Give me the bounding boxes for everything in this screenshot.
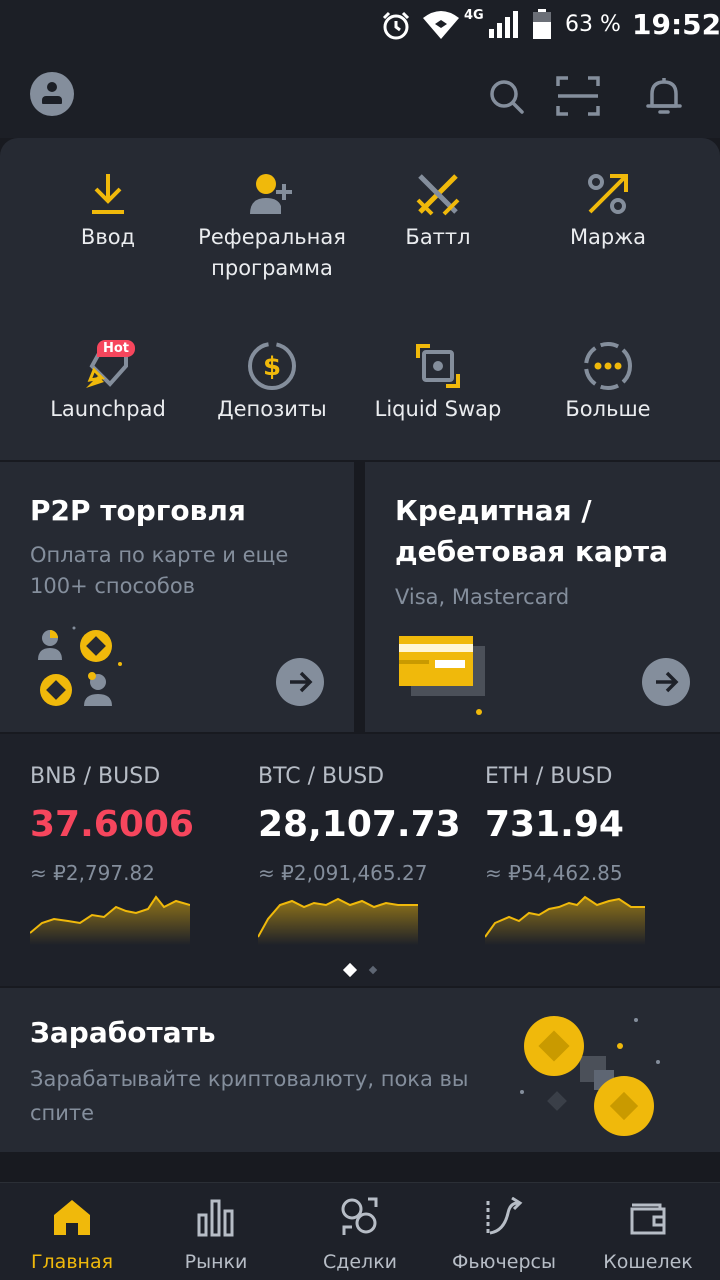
- liquid-swap-icon: [416, 344, 460, 388]
- quick-action-battle[interactable]: Баттл: [348, 166, 528, 253]
- wifi-icon: [423, 11, 459, 39]
- sparkline-btc: [258, 897, 418, 945]
- margin-icon: [588, 174, 628, 214]
- quick-action-deposits[interactable]: $ Депозиты: [182, 338, 362, 425]
- notification-bell-icon[interactable]: [642, 74, 686, 118]
- credit-card-arrow-button[interactable]: [642, 658, 690, 706]
- quick-actions-panel: Ввод Реферальная программа Баттл Маржа La…: [0, 138, 720, 460]
- top-bar: [0, 52, 720, 138]
- deposits-icon: $: [248, 342, 296, 390]
- p2p-illustration-icon: [38, 626, 122, 706]
- nav-markets[interactable]: Рынки: [144, 1183, 288, 1280]
- earn-banner[interactable]: Заработать Зарабатывайте криптовалюту, п…: [0, 988, 720, 1152]
- home-icon: [54, 1200, 90, 1235]
- carousel-dot[interactable]: [367, 962, 379, 978]
- referral-icon: [250, 174, 292, 214]
- quick-action-margin[interactable]: Маржа: [518, 166, 698, 253]
- battle-icon: [416, 174, 460, 216]
- card-illustration-icon: [399, 636, 485, 715]
- ticker-bnb[interactable]: BNB / BUSD 37.6006 ≈ ₽2,797.82: [30, 764, 250, 945]
- p2p-arrow-button[interactable]: [276, 658, 324, 706]
- nav-futures[interactable]: Фьючерсы: [432, 1183, 576, 1280]
- ticker-price: 731.94: [485, 804, 624, 845]
- status-clock: 19:52: [632, 8, 720, 41]
- credit-card-subtitle: Visa, Mastercard: [395, 585, 570, 609]
- ticker-btc[interactable]: BTC / BUSD 28,107.73 ≈ ₽2,091,465.27: [258, 764, 478, 945]
- network-type: 4G: [464, 8, 484, 23]
- nav-home[interactable]: Главная: [0, 1183, 144, 1280]
- profile-avatar[interactable]: [30, 72, 74, 116]
- search-icon[interactable]: [484, 74, 528, 118]
- earn-subtitle: Зарабатывайте криптовалюту, пока вы спит…: [30, 1067, 469, 1125]
- trade-icon: [341, 1197, 378, 1235]
- quick-action-liquid-swap[interactable]: Liquid Swap: [348, 338, 528, 425]
- battery-percent: 63 %: [565, 12, 621, 37]
- ticker-price: 28,107.73: [258, 804, 461, 845]
- quick-action-referral[interactable]: Реферальная программа: [182, 166, 362, 284]
- arrow-right-icon: [290, 671, 313, 693]
- carousel-dot-active[interactable]: [342, 962, 358, 978]
- p2p-card[interactable]: P2P торговля Оплата по карте и еще 100+ …: [0, 462, 354, 732]
- nav-wallet[interactable]: Кошелек: [576, 1183, 720, 1280]
- quick-action-label: Реферальная программа: [198, 225, 346, 280]
- alarm-icon: [382, 11, 410, 40]
- battery-icon: [533, 9, 551, 39]
- ticker-carousel[interactable]: BNB / BUSD 37.6006 ≈ ₽2,797.82 BTC / BUS…: [0, 734, 720, 986]
- sparkline-eth: [485, 895, 645, 945]
- p2p-title: P2P торговля: [30, 494, 246, 527]
- nav-trades[interactable]: Сделки: [288, 1183, 432, 1280]
- credit-card-card[interactable]: Кредитная / дебетовая карта Visa, Master…: [365, 462, 720, 732]
- more-icon: [584, 342, 632, 390]
- earn-title: Заработать: [30, 1016, 216, 1049]
- futures-icon: [486, 1197, 523, 1235]
- quick-action-more[interactable]: Больше: [518, 338, 698, 425]
- ticker-eth[interactable]: ETH / BUSD 731.94 ≈ ₽54,462.85: [485, 764, 705, 945]
- p2p-subtitle: Оплата по карте и еще 100+ способов: [30, 543, 289, 598]
- quick-action-deposit[interactable]: Ввод: [18, 166, 198, 253]
- svg-text:$: $: [263, 352, 281, 382]
- sparkline-bnb: [30, 895, 190, 945]
- credit-card-title: Кредитная / дебетовая карта: [395, 494, 669, 568]
- scan-icon[interactable]: [556, 74, 600, 118]
- wallet-icon: [630, 1203, 666, 1235]
- bottom-nav: Главная Рынки Сделки Фьючерсы Кошелек: [0, 1182, 720, 1280]
- earn-coins-illustration-icon: [520, 1016, 660, 1136]
- status-bar: 4G 63 % 19:52: [0, 0, 720, 52]
- ticker-price: 37.6006: [30, 804, 194, 845]
- signal-icon: [489, 11, 518, 38]
- hot-badge: Hot: [97, 340, 136, 357]
- markets-icon: [197, 1199, 234, 1237]
- arrow-right-icon: [656, 671, 679, 693]
- deposit-icon: [92, 174, 124, 214]
